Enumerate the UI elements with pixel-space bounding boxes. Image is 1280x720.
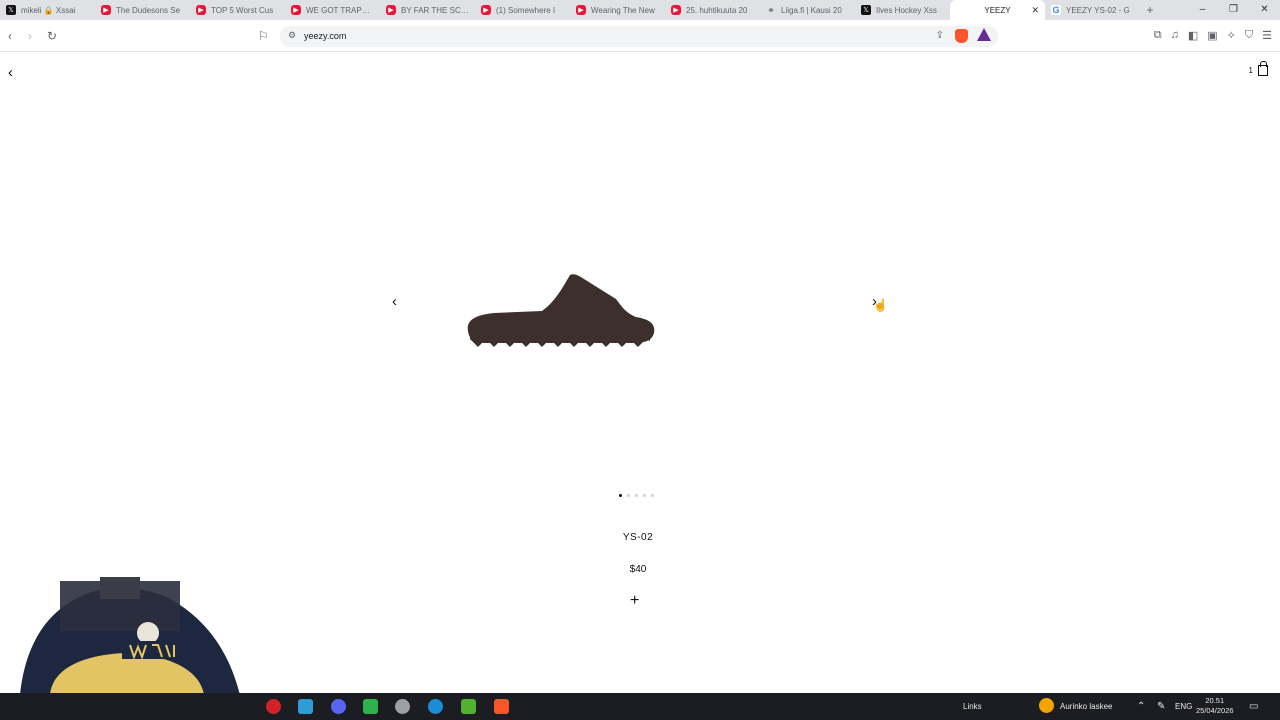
leo-ai-icon[interactable]: ✧	[1227, 29, 1236, 42]
brave-rewards-icon[interactable]	[977, 28, 991, 41]
tab[interactable]: ⚭ Liiga.fi | Kausi 20	[760, 0, 855, 20]
app-icon[interactable]	[298, 699, 313, 714]
product-price: $40	[629, 564, 647, 575]
vpn-icon[interactable]: ⛉	[1245, 29, 1253, 42]
tab[interactable]: ▶ The Dudesons Se	[95, 0, 190, 20]
clock-date: 25/04/2026	[1196, 706, 1234, 715]
page-back-icon[interactable]: ‹	[8, 64, 13, 81]
reload-icon[interactable]: ↻	[47, 29, 57, 43]
clock[interactable]: 20.51 25/04/2026	[1196, 696, 1234, 716]
url-text[interactable]: yeezy.com	[304, 31, 346, 41]
cart-count: 1	[1248, 66, 1253, 75]
tab[interactable]: ▶ (1) Somewhere I	[475, 0, 570, 20]
notification-icon[interactable]: ▭	[1249, 701, 1258, 712]
weather-text[interactable]: Aurinko laskee	[1060, 702, 1112, 711]
brave-shields-icon[interactable]	[955, 29, 968, 43]
app-icon[interactable]	[395, 699, 410, 714]
browser-window: 𝕏mikeli 🔒 Xssai ▶ The Dudesons Se ▶ TOP 5 …	[0, 0, 1280, 720]
menu-icon[interactable]: ☰	[1262, 29, 1272, 42]
share-icon[interactable]: ⇪	[936, 30, 944, 41]
tab[interactable]: 𝕏 Ilves Hockey Xss	[855, 0, 950, 20]
tab[interactable]: 𝕏mikeli 🔒 Xssai	[0, 0, 95, 20]
app-icon[interactable]	[461, 699, 476, 714]
minimize-button[interactable]: –	[1187, 0, 1218, 20]
youtube-icon: ▶	[481, 5, 491, 15]
sidebar-icon[interactable]: ◧	[1188, 29, 1198, 42]
site-info-icon[interactable]: ⚙	[288, 30, 296, 41]
app-icon[interactable]	[363, 699, 378, 714]
product-image[interactable]	[464, 271, 658, 351]
tab[interactable]: ▶ TOP 5 Worst Cus	[190, 0, 285, 20]
media-icon[interactable]: ♫	[1171, 29, 1179, 42]
tab[interactable]: ▶ BY FAR THE SCAR	[380, 0, 475, 20]
carousel-dot[interactable]	[635, 494, 638, 497]
discord-icon[interactable]	[331, 699, 346, 714]
pen-icon[interactable]: ✎	[1157, 701, 1165, 712]
youtube-icon: ▶	[671, 5, 681, 15]
opera-icon[interactable]	[266, 699, 281, 714]
youtube-icon: ▶	[291, 5, 301, 15]
windows-taskbar: Links Aurinko laskee ⌃ ✎ ENG 20.51 25/04…	[0, 693, 1280, 720]
new-tab-button[interactable]: +	[1140, 3, 1160, 17]
carousel-dots	[619, 494, 654, 497]
weather-icon[interactable]	[1039, 698, 1054, 713]
x-icon: 𝕏	[6, 5, 16, 15]
carousel-prev-icon[interactable]: ‹	[392, 293, 397, 310]
tab-strip: 𝕏mikeli 🔒 Xssai ▶ The Dudesons Se ▶ TOP 5 …	[0, 0, 1280, 20]
carousel-dot[interactable]	[651, 494, 654, 497]
youtube-icon: ▶	[101, 5, 111, 15]
carousel-dot[interactable]	[619, 494, 622, 497]
close-tab-icon[interactable]: ✕	[1031, 5, 1039, 16]
tab[interactable]: ▶ 25. huhtikuuta 20	[665, 0, 760, 20]
wallet-icon[interactable]: ▣	[1207, 29, 1217, 42]
address-bar[interactable]: ⚙ yeezy.com ⇪	[280, 26, 998, 47]
product-name: YS-02	[622, 532, 654, 543]
language-indicator[interactable]: ENG	[1175, 702, 1192, 711]
bookmark-icon[interactable]: ⚐	[258, 29, 269, 43]
youtube-icon: ▶	[576, 5, 586, 15]
cart-icon[interactable]	[1258, 61, 1268, 76]
tab[interactable]: ▶ WE GOT TRAPPED	[285, 0, 380, 20]
browser-toolbar: ‹ › ↻ ⚐ ⚙ yeezy.com ⇪ ⧉ ♫ ◧ ▣ ✧ ⛉ ☰	[0, 20, 1280, 52]
brave-taskbar-icon[interactable]	[494, 699, 509, 714]
links-toolbar[interactable]: Links	[963, 702, 982, 711]
hand-cursor-icon: ☝	[873, 298, 888, 312]
x-icon: 𝕏	[861, 5, 871, 15]
tab[interactable]: G YEEZY YS-02 - G	[1045, 0, 1140, 20]
back-icon[interactable]: ‹	[8, 29, 12, 43]
tab-active[interactable]: YEEZY ✕	[950, 0, 1045, 20]
tab[interactable]: ▶ Wearing The New	[570, 0, 665, 20]
webcam-overlay	[20, 577, 240, 695]
clock-time: 20.51	[1205, 696, 1225, 705]
carousel-dot[interactable]	[627, 494, 630, 497]
translate-icon[interactable]: ⧉	[1154, 29, 1162, 42]
carousel-dot[interactable]	[643, 494, 646, 497]
chevron-up-icon[interactable]: ⌃	[1137, 701, 1145, 712]
link-icon: ⚭	[767, 4, 775, 15]
restore-button[interactable]: ❐	[1218, 0, 1249, 20]
window-controls: – ❐ ✕	[1187, 0, 1280, 20]
forward-icon[interactable]: ›	[28, 29, 32, 43]
toolbar-right-icons: ⧉ ♫ ◧ ▣ ✧ ⛉ ☰	[1154, 29, 1272, 42]
google-icon: G	[1051, 5, 1061, 15]
youtube-icon: ▶	[386, 5, 396, 15]
close-window-button[interactable]: ✕	[1249, 0, 1280, 20]
edge-icon[interactable]	[428, 699, 443, 714]
add-to-cart-button[interactable]: +	[630, 593, 639, 609]
youtube-icon: ▶	[196, 5, 206, 15]
